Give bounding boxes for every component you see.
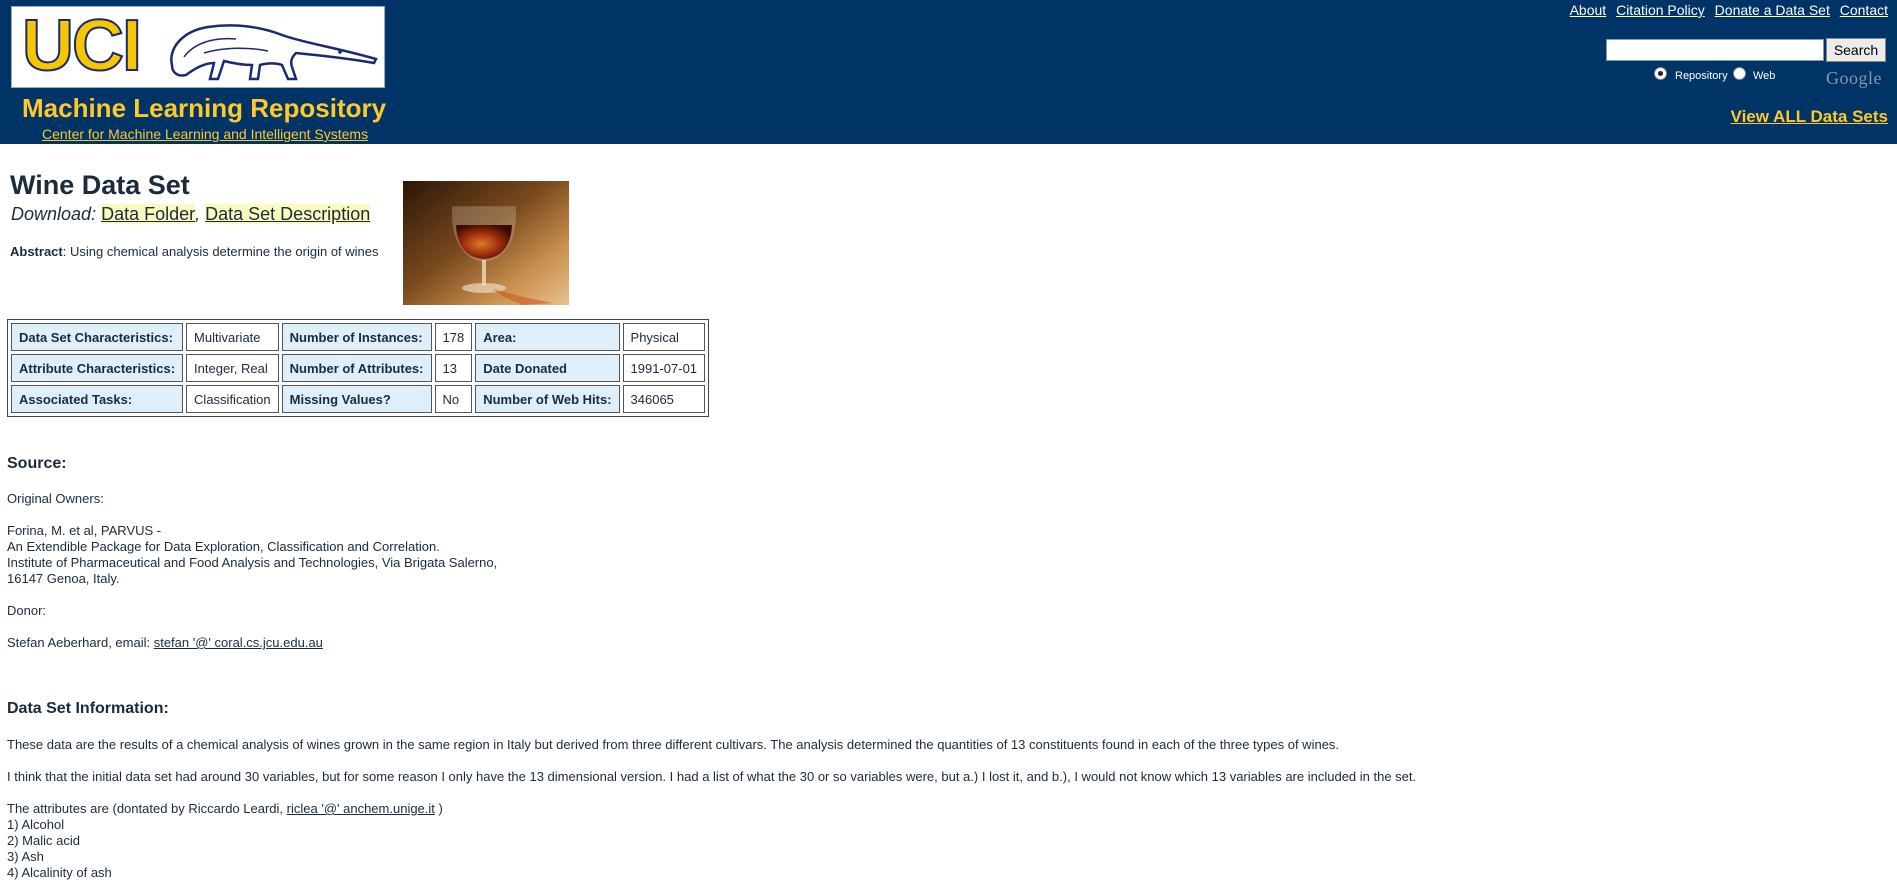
table-row: Data Set Characteristics: Multivariate N… [11,323,706,351]
table-cell: 178 [434,323,473,351]
owner-line: Institute of Pharmaceutical and Food Ana… [7,555,498,570]
citation-policy-link[interactable]: Citation Policy [1616,2,1705,18]
about-link[interactable]: About [1570,2,1607,18]
radio-web[interactable] [1733,67,1746,80]
search-input[interactable] [1606,39,1824,61]
dataset-information-heading: Data Set Information: [7,700,169,717]
table-header-cell: Data Set Characteristics: [11,323,184,351]
dataset-info-table: Data Set Characteristics: Multivariate N… [7,319,710,417]
contact-link[interactable]: Contact [1840,2,1888,18]
table-header-cell: Attribute Characteristics: [11,354,184,382]
table-cell: Classification [186,385,279,413]
attribute-item: 2) Malic acid [7,833,80,848]
table-cell: 1991-07-01 [622,354,706,382]
donate-link[interactable]: Donate a Data Set [1715,2,1830,18]
attributes-intro-text: The attributes are (dontated by Riccardo… [7,801,284,816]
table-cell: 13 [434,354,473,382]
donor-label: Donor: [7,603,47,618]
table-cell: Integer, Real [186,354,279,382]
table-header-cell: Associated Tasks: [11,385,184,413]
radio-web-label: Web [1753,70,1776,82]
download-label: Download [11,204,92,224]
anteater-icon [170,24,378,81]
source-heading: Source: [7,455,67,472]
table-row: Attribute Characteristics: Integer, Real… [11,354,706,382]
attributes-intro-close: ) [438,801,443,816]
original-owners-label: Original Owners: [7,491,104,506]
wine-glass-image [403,181,569,305]
google-logo: Google [1826,68,1882,88]
info-paragraph: These data are the results of a chemical… [7,737,1340,752]
attribute-item: 3) Ash [7,849,44,864]
search-button[interactable]: Search [1826,38,1886,62]
view-all-datasets-link[interactable]: View ALL Data Sets [1731,107,1888,127]
table-cell: Physical [622,323,706,351]
abstract-text: Using chemical analysis determine the or… [69,244,379,259]
abstract: Abstract: Using chemical analysis determ… [10,244,379,259]
uci-logo-text: UCI [21,5,143,87]
owner-line: An Extendible Package for Data Explorati… [7,539,440,554]
table-row: Associated Tasks: Classification Missing… [11,385,706,413]
info-paragraph: I think that the initial data set had ar… [7,769,1417,784]
download-row: Download: Data Folder, Data Set Descript… [11,204,371,224]
riclea-email-link[interactable]: riclea '@' anchem.unige.it [287,801,435,816]
attribute-item: 4) Alcalinity of ash [7,865,112,880]
table-header-cell: Number of Web Hits: [475,385,620,413]
table-header-cell: Missing Values? [281,385,432,413]
uci-logo[interactable]: UCI [11,5,385,88]
donor-line: Stefan Aeberhard, email: stefan '@' cora… [7,635,323,650]
top-nav: About Citation Policy Donate a Data Set … [1564,2,1888,18]
radio-repository[interactable] [1654,67,1667,80]
table-cell: Multivariate [186,323,279,351]
donor-text: Stefan Aeberhard, email: [7,635,151,650]
table-cell: 346065 [622,385,706,413]
donor-email-link[interactable]: stefan '@' coral.cs.jcu.edu.au [154,635,323,650]
table-header-cell: Area: [475,323,620,351]
table-header-cell: Number of Attributes: [281,354,432,382]
table-header-cell: Number of Instances: [281,323,432,351]
table-header-cell: Date Donated [475,354,620,382]
data-folder-link[interactable]: Data Folder [101,204,196,224]
site-header: UCI Machine Learning Repository Center f… [0,0,1897,144]
attributes-intro: The attributes are (dontated by Riccardo… [7,801,443,816]
data-set-description-link[interactable]: Data Set Description [205,204,371,224]
table-cell: No [434,385,473,413]
owner-line: 16147 Genoa, Italy. [7,571,120,586]
cml-link[interactable]: Center for Machine Learning and Intellig… [42,126,368,142]
repository-title: Machine Learning Repository [22,93,387,123]
radio-repository-label: Repository [1675,70,1728,82]
page-title: Wine Data Set [10,170,190,200]
attribute-item: 1) Alcohol [7,817,65,832]
abstract-label: Abstract [10,244,63,259]
owner-line: Forina, M. et al, PARVUS - [7,523,162,538]
